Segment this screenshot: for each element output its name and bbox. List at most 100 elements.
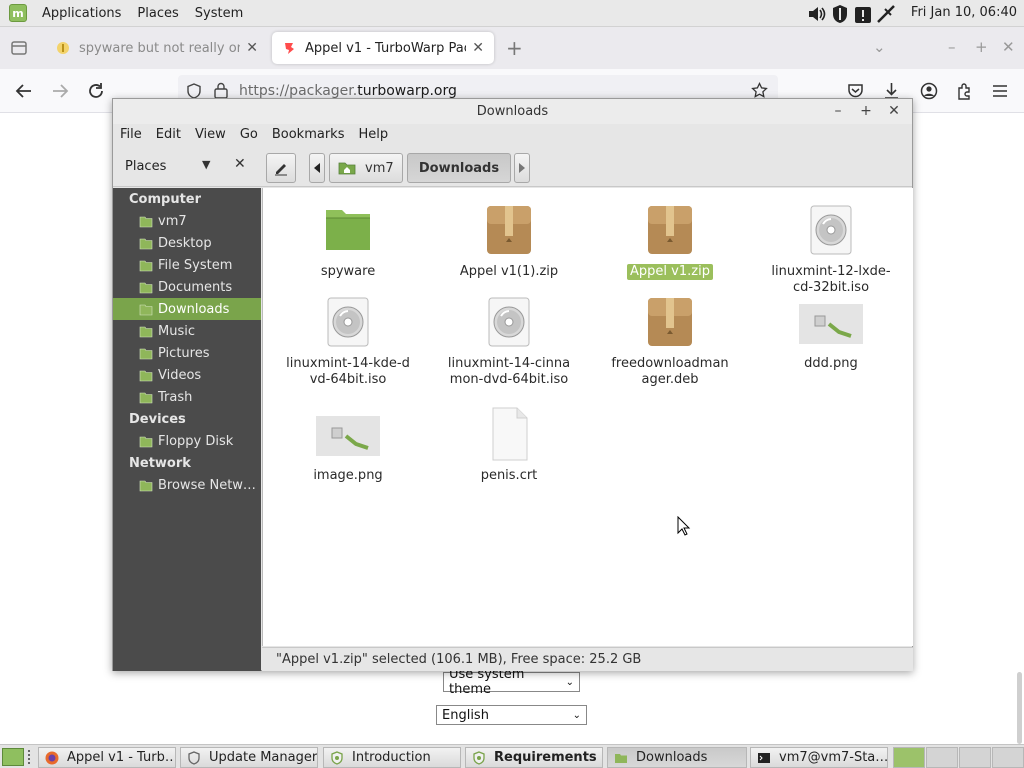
sidebar-item-desktop[interactable]: Desktop xyxy=(113,232,261,254)
path-button-downloads[interactable]: Downloads xyxy=(407,153,511,183)
file-item[interactable]: ddd.png xyxy=(756,290,906,372)
workspace-2[interactable] xyxy=(926,747,958,768)
update-alert-icon[interactable] xyxy=(852,3,873,24)
file-item[interactable]: Appel v1.zip xyxy=(595,198,745,280)
pocket-icon[interactable] xyxy=(847,83,864,99)
left-arrow-icon xyxy=(314,163,320,173)
view-menu[interactable]: View xyxy=(188,124,233,146)
edit-menu[interactable]: Edit xyxy=(149,124,188,146)
file-item[interactable]: Appel v1(1).zip xyxy=(434,198,584,280)
sidebar-item-vm7[interactable]: vm7 xyxy=(113,210,261,232)
window-title: Downloads xyxy=(113,99,912,124)
close-side-pane-icon[interactable]: ✕ xyxy=(234,156,246,172)
file-item[interactable]: linuxmint-14-kde-dvd-64bit.iso xyxy=(273,290,423,388)
sidebar-item-file-system[interactable]: File System xyxy=(113,254,261,276)
file-item[interactable]: linuxmint-12-lxde-cd-32bit.iso xyxy=(756,198,906,296)
sidebar-item-trash[interactable]: Trash xyxy=(113,386,261,408)
theme-select[interactable]: Use system theme ⌄ xyxy=(443,667,580,697)
network-icon[interactable] xyxy=(875,3,896,24)
tracking-protection-icon[interactable] xyxy=(186,83,202,99)
taskbar-task-requirements[interactable]: Requirements xyxy=(465,747,603,768)
sidebar-item-videos[interactable]: Videos xyxy=(113,364,261,386)
hamburger-menu-icon[interactable] xyxy=(992,84,1008,98)
path-scroll-right-button[interactable] xyxy=(514,153,530,183)
file-name: penis.crt xyxy=(480,468,538,483)
sidebar-item-downloads[interactable]: Downloads xyxy=(113,298,261,320)
path-scroll-left-button[interactable] xyxy=(309,153,325,183)
workspace-3[interactable] xyxy=(959,747,991,768)
sidebar-item-floppy-disk[interactable]: Floppy Disk xyxy=(113,430,261,452)
folder-icon xyxy=(139,480,153,491)
list-all-tabs-icon[interactable]: ⌄ xyxy=(873,38,886,56)
bookmark-star-icon[interactable] xyxy=(751,82,768,99)
maximize-button[interactable]: + xyxy=(857,102,875,120)
back-button[interactable] xyxy=(12,79,36,103)
file-item[interactable]: penis.crt xyxy=(434,402,584,484)
close-tab-icon[interactable]: ✕ xyxy=(472,40,484,56)
taskbar-handle[interactable] xyxy=(28,750,32,764)
help-menu[interactable]: Help xyxy=(351,124,395,146)
close-button[interactable]: ✕ xyxy=(885,102,903,120)
file-manager-window: Downloads – + ✕ File Edit View Go Bookma… xyxy=(112,98,913,671)
sidebar-item-label: Documents xyxy=(158,279,233,295)
firefox-view-icon[interactable] xyxy=(10,39,28,57)
url-prefix: https://packager. xyxy=(239,83,358,99)
url-text: https://packager.turbowarp.org xyxy=(239,83,457,99)
workspace-1[interactable] xyxy=(893,747,925,768)
forward-button[interactable] xyxy=(48,79,72,103)
sidebar-item-label: Pictures xyxy=(158,345,210,361)
tab-spyware[interactable]: spyware but not really on S ✕ xyxy=(46,32,268,64)
go-menu[interactable]: Go xyxy=(233,124,265,146)
installer-icon xyxy=(473,750,485,765)
minimize-button[interactable]: – xyxy=(829,102,847,120)
close-tab-icon[interactable]: ✕ xyxy=(246,40,258,56)
toggle-location-entry-button[interactable] xyxy=(266,153,296,183)
maximize-browser-button[interactable]: + xyxy=(975,38,988,56)
taskbar-task-downloads[interactable]: Downloads xyxy=(607,747,747,768)
tab-turbowarp-packager[interactable]: Appel v1 - TurboWarp Packa ✕ xyxy=(272,32,494,64)
file-item[interactable]: spyware xyxy=(273,198,423,280)
folder-icon xyxy=(326,210,370,250)
taskbar-task-update-manager[interactable]: Update Manager xyxy=(180,747,318,768)
places-menu[interactable]: Places xyxy=(129,6,186,21)
tab-label: Appel v1 - TurboWarp Packa xyxy=(305,40,466,56)
file-menu[interactable]: File xyxy=(113,124,149,146)
clock[interactable]: Fri Jan 10, 06:40 xyxy=(911,5,1017,20)
file-item[interactable]: linuxmint-14-cinnamon-dvd-64bit.iso xyxy=(434,290,584,388)
language-select-value: English xyxy=(442,707,489,723)
volume-icon[interactable] xyxy=(806,3,827,24)
side-pane-selector[interactable]: Places xyxy=(125,159,166,174)
account-icon[interactable] xyxy=(920,82,938,100)
lock-icon[interactable] xyxy=(214,82,228,99)
close-browser-button[interactable]: ✕ xyxy=(1002,38,1015,56)
minimize-browser-button[interactable]: – xyxy=(948,38,956,56)
taskbar-task-appel-v1-turb[interactable]: Appel v1 - Turb… xyxy=(38,747,176,768)
sidebar-item-pictures[interactable]: Pictures xyxy=(113,342,261,364)
system-menu[interactable]: System xyxy=(187,6,251,21)
sidebar-item-browse-netw[interactable]: Browse Netw… xyxy=(113,474,261,496)
dropdown-arrow-icon[interactable]: ▼ xyxy=(202,158,210,171)
workspace-4[interactable] xyxy=(992,747,1024,768)
mint-menu-icon[interactable]: m xyxy=(9,4,27,22)
path-button-vm7[interactable]: vm7 xyxy=(329,153,403,183)
bookmarks-menu[interactable]: Bookmarks xyxy=(265,124,352,146)
file-name: spyware xyxy=(320,264,376,279)
sidebar-item-music[interactable]: Music xyxy=(113,320,261,342)
show-desktop-icon[interactable] xyxy=(2,748,24,766)
file-item[interactable]: freedownloadmanager.deb xyxy=(595,290,745,388)
file-name: ddd.png xyxy=(804,356,858,371)
task-label: Downloads xyxy=(636,750,708,765)
applications-menu[interactable]: Applications xyxy=(34,6,129,21)
reload-button[interactable] xyxy=(84,79,108,103)
language-select[interactable]: English ⌄ xyxy=(436,705,587,725)
shield-icon[interactable] xyxy=(829,3,850,24)
file-icon-view[interactable]: spyware Appel v1(1).zip Appel v1.zip linuxm… xyxy=(262,188,913,646)
sidebar-item-documents[interactable]: Documents xyxy=(113,276,261,298)
taskbar-task-vm7-vm7-sta[interactable]: vm7@vm7-Sta… xyxy=(750,747,888,768)
sidebar-heading-computer: Computer xyxy=(129,192,202,207)
file-item[interactable]: image.png xyxy=(273,402,423,484)
taskbar-task-introduction[interactable]: Introduction xyxy=(323,747,461,768)
page-scrollbar[interactable] xyxy=(1017,672,1022,744)
new-tab-button[interactable]: + xyxy=(506,36,523,60)
extensions-icon[interactable] xyxy=(956,82,973,100)
